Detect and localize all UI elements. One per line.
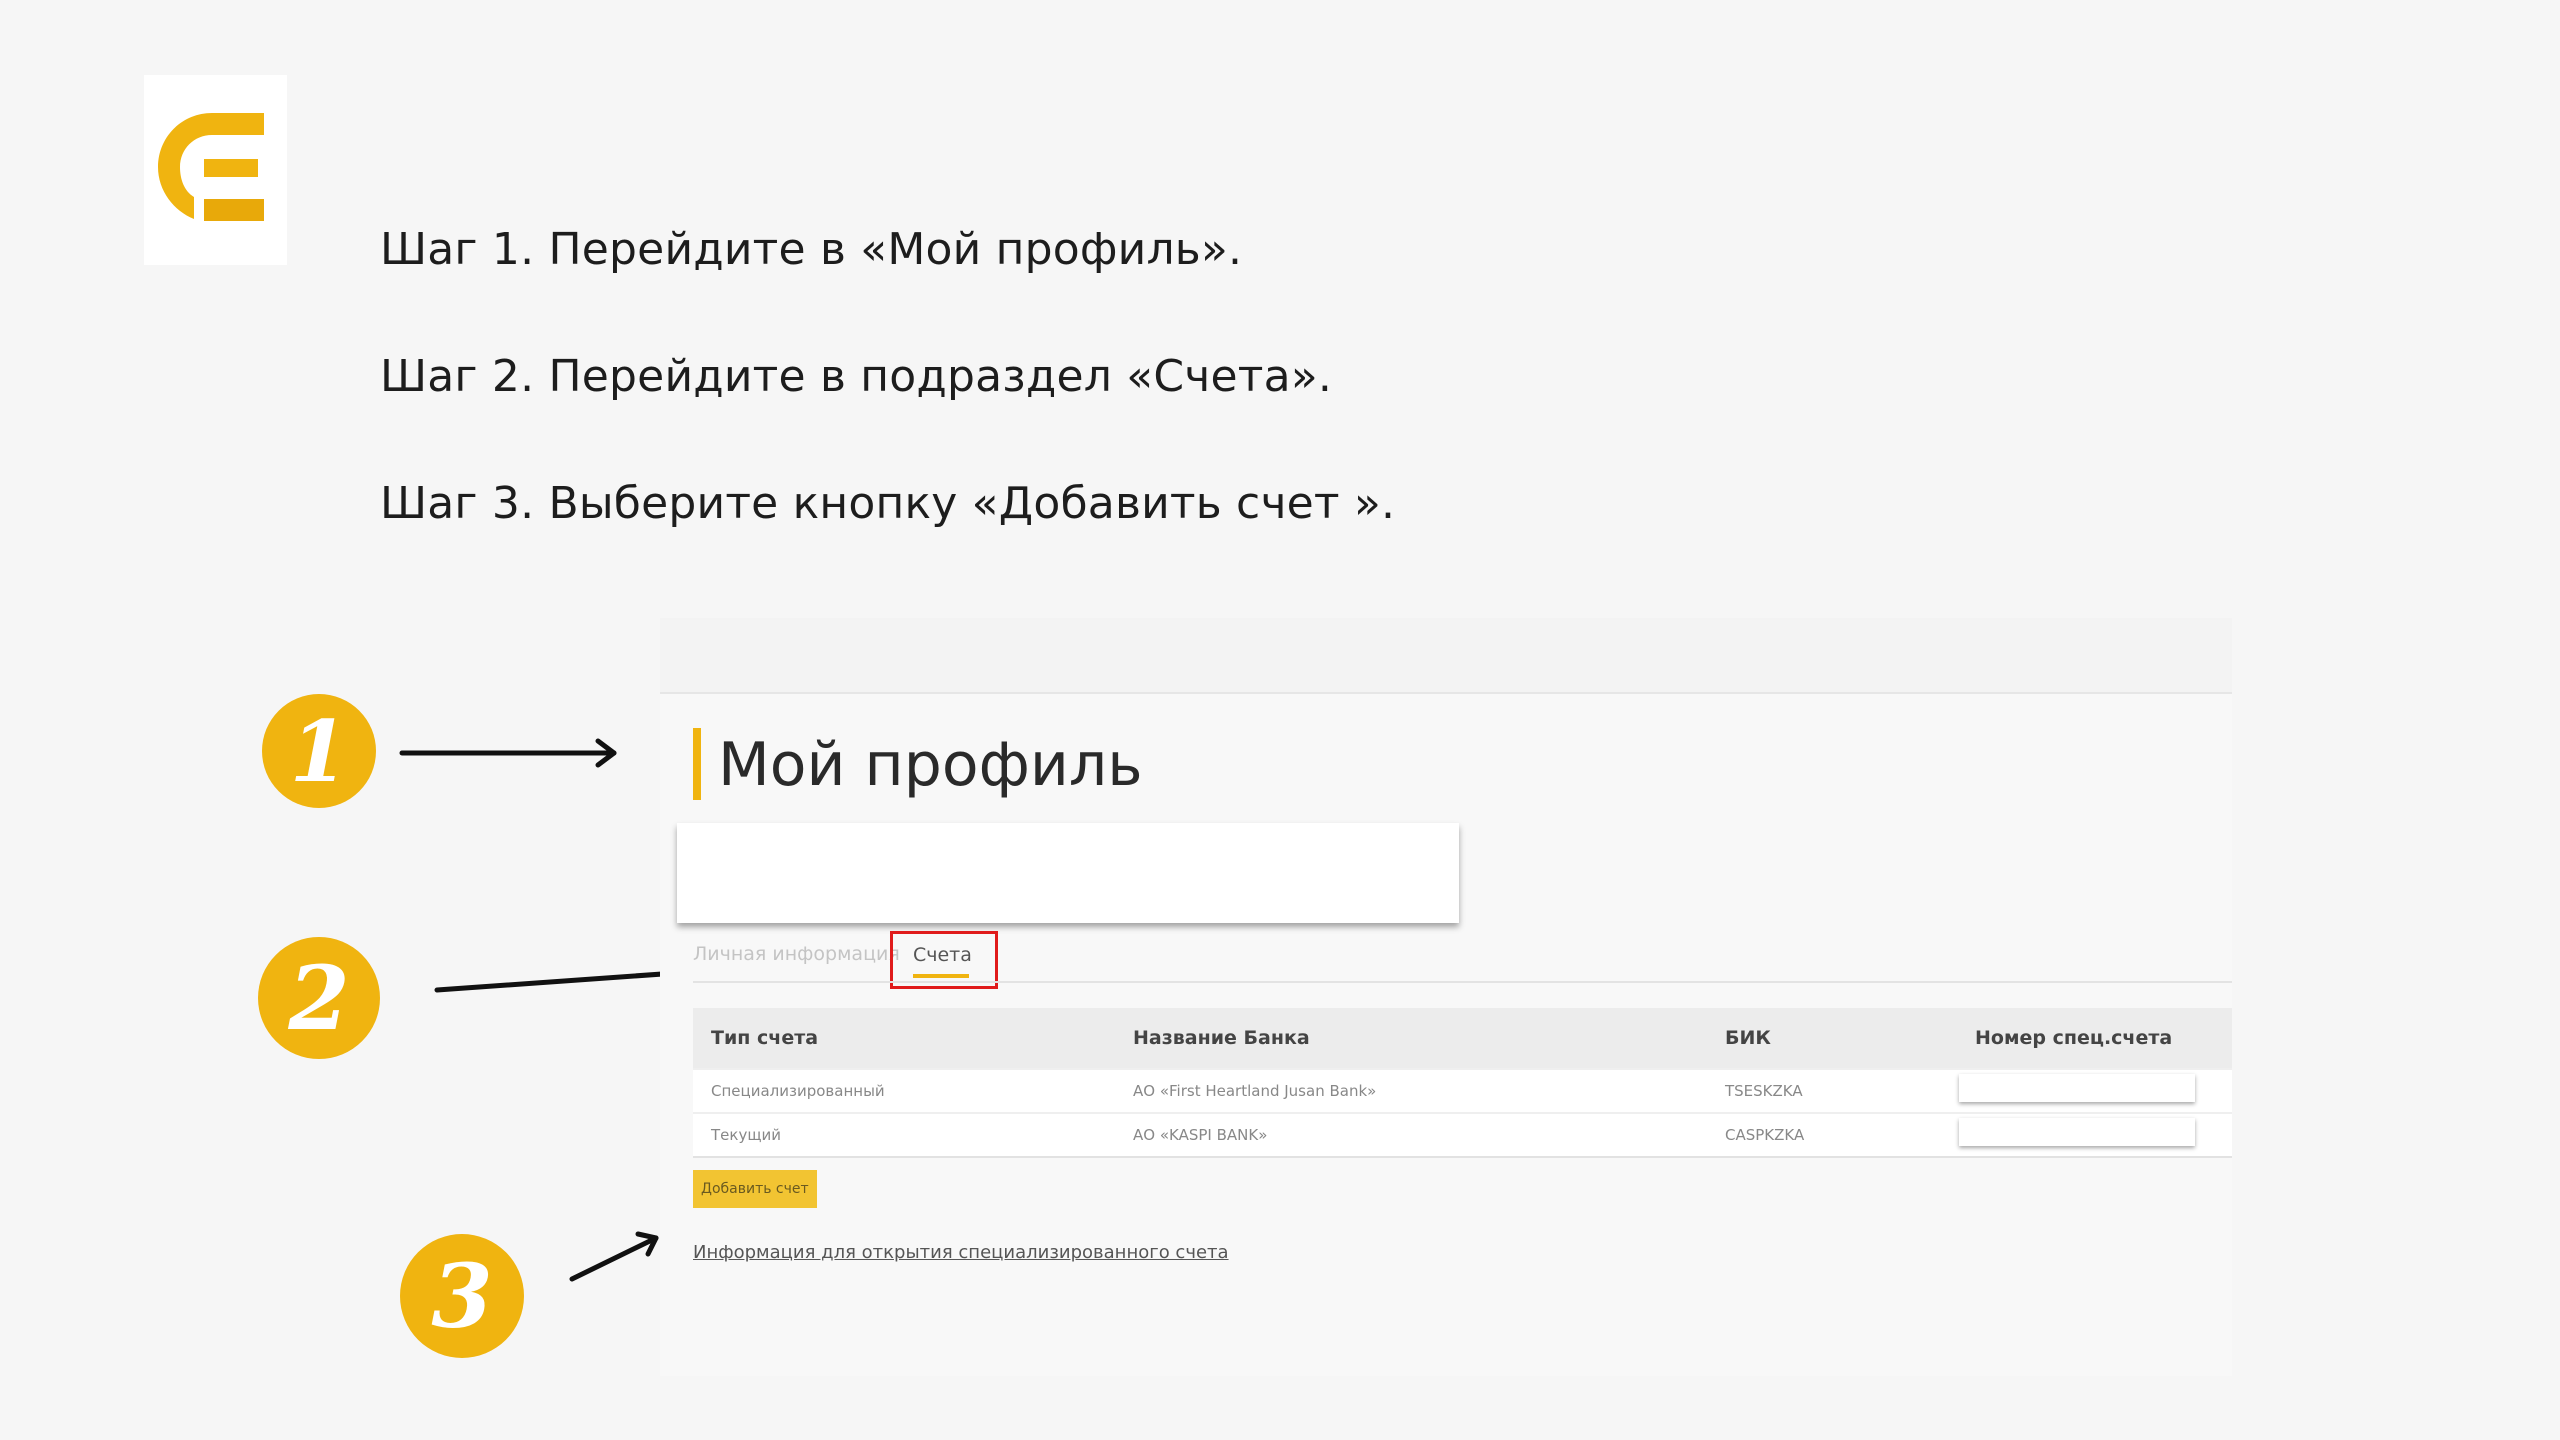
account-number-field[interactable]: [1959, 1118, 2195, 1146]
tab-accounts-label: Счета: [913, 944, 972, 966]
header-special-account-number: Номер спец.счета: [1975, 1027, 2173, 1049]
header-bank-name: Название Банка: [1133, 1027, 1310, 1049]
special-account-info-link[interactable]: Информация для открытия специализированн…: [693, 1242, 1229, 1263]
top-bar: [660, 618, 2232, 694]
active-tab-underline: [913, 974, 969, 978]
table-row[interactable]: Текущий АО «KASPI BANK» CASPKZKA: [693, 1112, 2232, 1156]
title-accent-bar: [693, 728, 701, 800]
bank-name: АО «KASPI BANK»: [1133, 1126, 1268, 1144]
profile-card: [677, 823, 1459, 923]
bik-code: TSESKZKA: [1725, 1082, 1803, 1100]
profile-screenshot: Мой профиль Личная информация Счета Тип …: [660, 618, 2232, 1376]
arrow-3-icon: [569, 1231, 659, 1282]
table-row[interactable]: Специализированный АО «First Heartland J…: [693, 1068, 2232, 1112]
bik-code: CASPKZKA: [1725, 1126, 1805, 1144]
add-account-button[interactable]: Добавить счет: [693, 1170, 817, 1208]
page-title: Мой профиль: [718, 730, 1143, 800]
arrow-1-icon: [399, 738, 617, 768]
account-type: Специализированный: [711, 1082, 885, 1100]
tab-personal-info[interactable]: Личная информация: [693, 943, 900, 965]
header-account-type: Тип счета: [711, 1027, 819, 1049]
header-bik: БИК: [1725, 1027, 1771, 1049]
tabs-divider: [693, 981, 2232, 983]
accounts-table: Тип счета Название Банка БИК Номер спец.…: [693, 1008, 2232, 1158]
bank-name: АО «First Heartland Jusan Bank»: [1133, 1082, 1377, 1100]
account-number-field[interactable]: [1959, 1074, 2195, 1102]
account-type: Текущий: [711, 1126, 781, 1144]
table-header: Тип счета Название Банка БИК Номер спец.…: [693, 1008, 2232, 1068]
